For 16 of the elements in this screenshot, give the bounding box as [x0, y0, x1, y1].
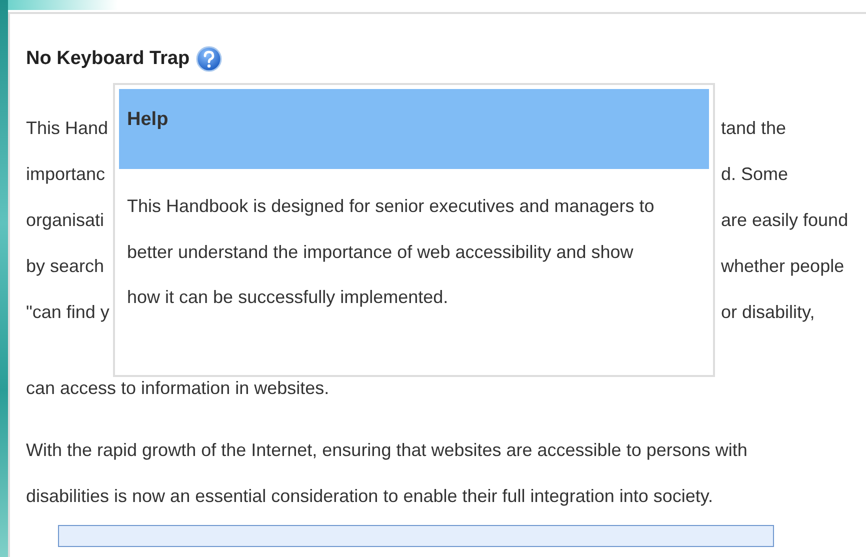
paragraph-fragment: by search — [26, 255, 104, 277]
paragraph-fragment: This Hand — [26, 117, 108, 139]
paragraph-fragment: tand the — [721, 117, 788, 139]
paragraph-fragment: "can find y — [26, 301, 110, 323]
popup-title: Help — [119, 89, 709, 169]
paragraph-fragment: are easily found — [721, 209, 850, 231]
help-icon[interactable] — [196, 46, 222, 72]
paragraph-fragment: organisati — [26, 209, 104, 231]
section-heading: No Keyboard Trap — [26, 48, 190, 70]
paragraph: With the rapid growth of the Internet, ensuring that websites are accessible to persons with disabilities is now an essential consideration to enable their full integration into society. — [26, 439, 748, 508]
paragraph-fragment: d. Some — [721, 163, 790, 185]
paragraph-fragment: or disability, — [721, 301, 816, 323]
paragraph-fragment: can access to information in websites. — [26, 377, 330, 399]
paragraph-fragment: whether people — [721, 255, 846, 277]
popup-text: This Handbook is designed for senior executives and managers to better understand the importance of web accessibility and show how it can be successfully implemented. — [126, 195, 656, 309]
paragraph-fragment: importanc — [26, 163, 106, 185]
